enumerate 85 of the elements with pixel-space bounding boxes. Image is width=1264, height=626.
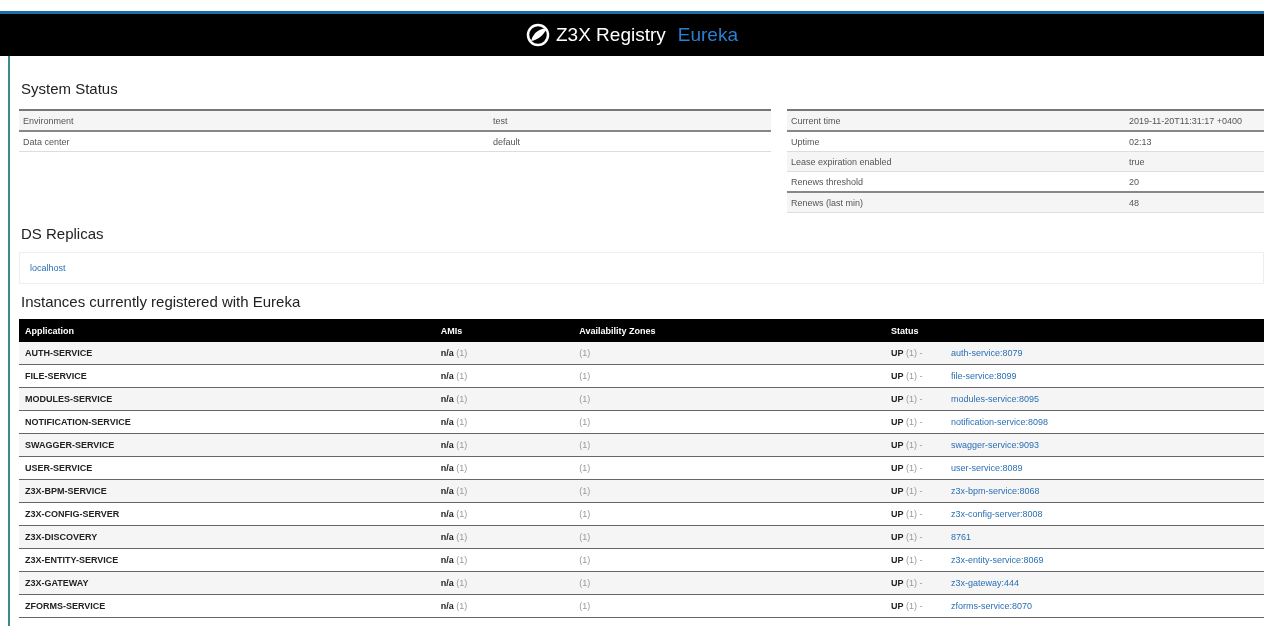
status-text: UP (1) - [891,417,924,427]
status-value: default [493,136,521,147]
status-text: UP (1) - [891,601,924,611]
instance-link[interactable]: modules-service:8095 [951,394,1040,404]
zones-cell-text: (1) [578,532,592,542]
amis-cell-text: n/a (1) [439,463,469,473]
status-text: UP (1) - [891,371,924,381]
zones-cell-text: (1) [578,371,592,381]
status-value: 20 [1129,176,1139,187]
zones-cell-text: (1) [578,348,592,358]
status-label: Data center [23,136,71,147]
application-name: Z3X-ENTITY-SERVICE [24,555,120,565]
application-name: Z3X-CONFIG-SERVER [24,509,121,519]
amis-cell-text: n/a (1) [439,394,469,404]
instance-link[interactable]: z3x-bpm-service:8068 [951,486,1040,496]
amis-cell-text: n/a (1) [439,555,469,565]
amis-cell-text: n/a (1) [439,532,469,542]
section-title: Instances currently registered with Eureka [20,292,302,312]
status-value: 02:13 [1129,136,1152,147]
zones-cell-text: (1) [578,509,592,519]
status-label: Lease expiration enabled [791,156,893,167]
status-text: UP (1) - [891,555,924,565]
amis-cell-text: n/a (1) [439,371,469,381]
zones-cell-text: (1) [578,394,592,404]
zones-cell-text: (1) [578,578,592,588]
instance-link[interactable]: 8761 [951,532,971,542]
amis-cell-text: n/a (1) [439,440,469,450]
instance-link[interactable]: z3x-config-server:8008 [951,509,1043,519]
section-title: DS Replicas [20,224,105,244]
application-name: NOTIFICATION-SERVICE [24,417,132,427]
status-label: Environment [23,115,75,126]
status-text: UP (1) - [891,509,924,519]
amis-cell-text: n/a (1) [439,578,469,588]
instance-link[interactable]: file-service:8099 [951,371,1017,381]
zones-cell-text: (1) [578,601,592,611]
status-label: Current time [791,115,842,126]
status-text: UP (1) - [891,578,924,588]
status-label: Renews threshold [791,176,865,187]
zones-cell-text: (1) [578,463,592,473]
status-value: test [493,115,508,126]
amis-cell-text: n/a (1) [439,509,469,519]
status-text: UP (1) - [891,463,924,473]
zones-cell-text: (1) [578,440,592,450]
column-header: AMIs [439,325,464,336]
instance-link[interactable]: zforms-service:8070 [951,601,1032,611]
application-name: SWAGGER-SERVICE [24,440,116,450]
status-text: UP (1) - [891,440,924,450]
application-name: AUTH-SERVICE [24,348,94,358]
column-header: Application [24,325,75,336]
instance-link[interactable]: swagger-service:9093 [951,440,1040,450]
amis-cell-text: n/a (1) [439,348,469,358]
application-name: MODULES-SERVICE [24,394,114,404]
status-value: 48 [1129,197,1139,208]
instance-link[interactable]: auth-service:8079 [951,348,1023,358]
amis-cell-text: n/a (1) [439,417,469,427]
application-name: Z3X-DISCOVERY [24,532,99,542]
instance-link[interactable]: user-service:8089 [951,463,1023,473]
status-value: true [1129,156,1145,167]
leaf-logo-icon [526,23,550,47]
status-text: UP (1) - [891,394,924,404]
brand-title: Z3X Registry [556,24,666,46]
column-header: Status [890,325,920,336]
zones-cell-text: (1) [578,417,592,427]
instance-link[interactable]: z3x-gateway:444 [951,578,1020,588]
zones-cell-text: (1) [578,555,592,565]
instance-link[interactable]: notification-service:8098 [951,417,1049,427]
section-title: System Status [20,79,119,99]
replica-link[interactable]: localhost [30,263,66,273]
application-name: Z3X-GATEWAY [24,578,90,588]
status-text: UP (1) - [891,532,924,542]
status-label: Uptime [791,136,821,147]
product-title: Eureka [677,24,738,46]
application-name: FILE-SERVICE [24,371,88,381]
amis-cell-text: n/a (1) [439,601,469,611]
application-name: Z3X-BPM-SERVICE [24,486,108,496]
status-text: UP (1) - [891,348,924,358]
application-name: ZFORMS-SERVICE [24,601,107,611]
zones-cell-text: (1) [578,486,592,496]
status-label: Renews (last min) [791,197,865,208]
column-header: Availability Zones [578,325,657,336]
status-value: 2019-11-20T11:31:17 +0400 [1129,115,1242,126]
amis-cell-text: n/a (1) [439,486,469,496]
application-name: USER-SERVICE [24,463,94,473]
instance-link[interactable]: z3x-entity-service:8069 [951,555,1044,565]
status-text: UP (1) - [891,486,924,496]
